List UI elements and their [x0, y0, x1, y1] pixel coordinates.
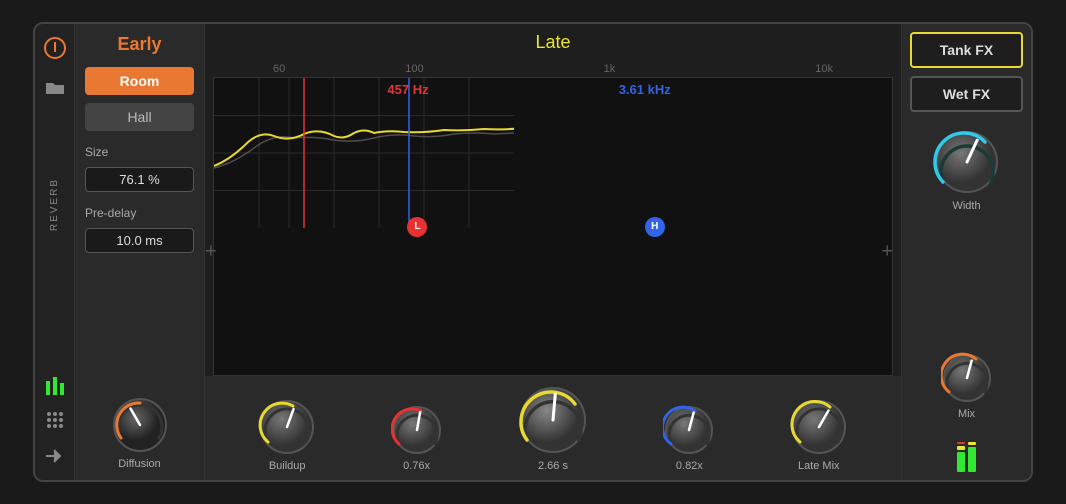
predelay-label: Pre-delay [85, 206, 194, 220]
width-label: Width [952, 200, 980, 212]
freq-60: 60 [273, 63, 285, 75]
level-meters [910, 432, 1023, 472]
width-knob[interactable] [933, 128, 1001, 196]
diffusion-knob[interactable] [111, 396, 169, 454]
low-knob[interactable] [391, 404, 443, 456]
buildup-knob[interactable] [258, 398, 316, 456]
low-freq-handle[interactable]: L [407, 217, 427, 237]
plugin-label: REVERB [49, 178, 60, 231]
freq-labels: 60 100 1k 10k [205, 61, 901, 77]
high-knob[interactable] [663, 404, 715, 456]
power-icon [44, 37, 66, 59]
size-value[interactable]: 76.1 % [85, 167, 194, 192]
arrow-icon[interactable] [43, 444, 67, 468]
freq-100: 100 [405, 63, 423, 75]
knobs-row: Buildup 0.76x [205, 376, 901, 480]
early-title: Early [85, 34, 194, 55]
late-mix-knob[interactable] [790, 398, 848, 456]
eq-grid-svg [214, 78, 514, 228]
predelay-value[interactable]: 10.0 ms [85, 228, 194, 253]
sidebar-bottom [43, 372, 67, 468]
add-right-button[interactable]: + [881, 241, 893, 264]
mix-label: Mix [958, 408, 975, 420]
size-label: Size [85, 145, 194, 159]
eq-display: 457 Hz 3.61 kHz L H [213, 77, 893, 376]
meter-icon [43, 372, 67, 396]
mix-area: Mix [910, 352, 1023, 420]
high-freq-handle[interactable]: H [645, 217, 665, 237]
level-meter-right [968, 432, 976, 472]
late-title: Late [205, 24, 901, 61]
wet-fx-button[interactable]: Wet FX [910, 76, 1023, 112]
grid-icon[interactable] [43, 408, 67, 432]
level-meter-left [957, 432, 965, 472]
diffusion-area: Diffusion [85, 396, 194, 470]
buildup-group: Buildup [258, 398, 316, 472]
low-label: 0.76x [403, 460, 430, 472]
late-mix-group: Late Mix [790, 398, 848, 472]
freq-1k: 1k [604, 63, 616, 75]
folder-button[interactable] [43, 76, 67, 100]
power-button[interactable] [43, 36, 67, 60]
high-label: 0.82x [676, 460, 703, 472]
mix-knob[interactable] [941, 352, 993, 404]
diffusion-label: Diffusion [118, 458, 161, 470]
right-panel: Tank FX Wet FX Width [901, 24, 1031, 480]
hall-button[interactable]: Hall [85, 103, 194, 131]
reverb-plugin: REVERB [33, 22, 1033, 482]
freq-10k: 10k [815, 63, 833, 75]
low-group: 0.76x [391, 404, 443, 472]
decay-group: 2.66 s [517, 384, 589, 472]
high-freq-value: 3.61 kHz [619, 82, 671, 97]
buildup-label: Buildup [269, 460, 306, 472]
decay-label: 2.66 s [538, 460, 568, 472]
main-area: Late 60 100 1k 10k [205, 24, 901, 480]
early-panel: Early Room Hall Size 76.1 % Pre-delay 10… [75, 24, 205, 480]
left-sidebar: REVERB [35, 24, 75, 480]
room-button[interactable]: Room [85, 67, 194, 95]
low-freq-value: 457 Hz [387, 82, 428, 97]
decay-knob[interactable] [517, 384, 589, 456]
high-group: 0.82x [663, 404, 715, 472]
width-area: Width [910, 128, 1023, 212]
add-left-button[interactable]: + [205, 241, 217, 264]
late-mix-label: Late Mix [798, 460, 840, 472]
tank-fx-button[interactable]: Tank FX [910, 32, 1023, 68]
